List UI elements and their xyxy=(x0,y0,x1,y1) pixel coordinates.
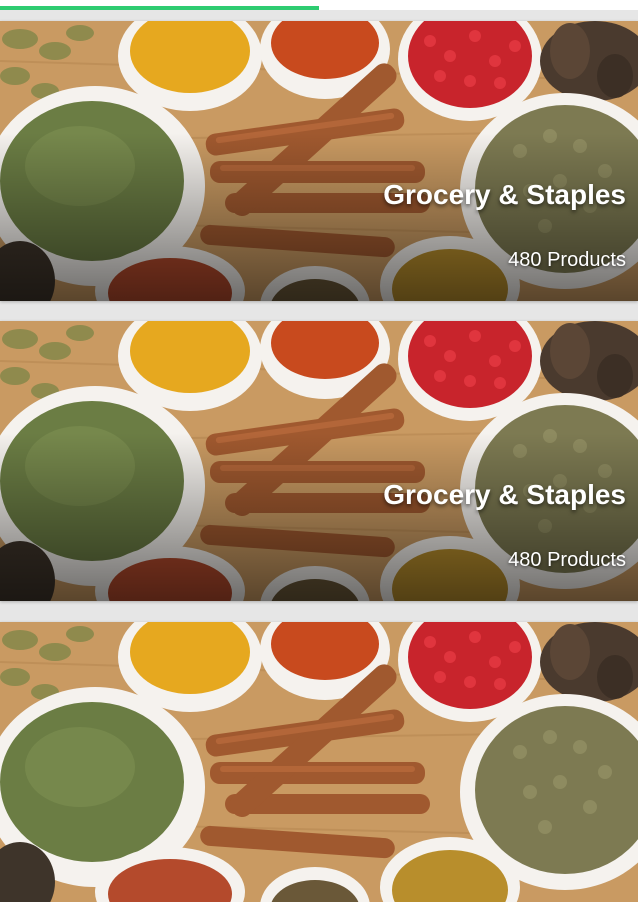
category-card-grocery-staples[interactable]: Grocery & Staples 480 Products xyxy=(0,21,638,301)
category-product-count: 480 Products xyxy=(508,249,626,271)
loading-progress-bar xyxy=(0,0,638,10)
loading-progress-fill xyxy=(0,6,319,10)
category-image xyxy=(0,622,638,902)
category-card-partial[interactable] xyxy=(0,622,638,902)
category-title: Grocery & Staples xyxy=(383,179,626,210)
category-card-grocery-staples[interactable]: Grocery & Staples 480 Products xyxy=(0,321,638,601)
category-product-count: 480 Products xyxy=(508,549,626,571)
category-title: Grocery & Staples xyxy=(383,479,626,510)
